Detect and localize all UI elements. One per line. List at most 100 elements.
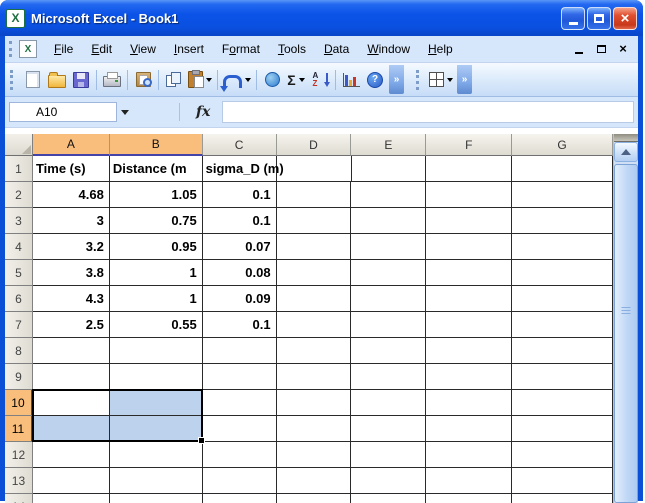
cell-D6[interactable] bbox=[277, 286, 352, 312]
cell-A4[interactable]: 3.2 bbox=[33, 234, 110, 260]
document-restore-button[interactable] bbox=[594, 43, 608, 56]
paste-button[interactable] bbox=[186, 68, 214, 92]
menubar-drag-handle-icon[interactable] bbox=[9, 41, 16, 57]
cell-A11[interactable] bbox=[33, 416, 110, 442]
cell-F8[interactable] bbox=[426, 338, 512, 364]
column-header-a[interactable]: A bbox=[33, 134, 110, 156]
row-header-4[interactable]: 4 bbox=[5, 234, 33, 260]
toolbar-drag-handle-icon[interactable] bbox=[10, 70, 17, 90]
cell-C14[interactable] bbox=[203, 494, 277, 503]
row-header-8[interactable]: 8 bbox=[5, 338, 33, 364]
cell-E12[interactable] bbox=[351, 442, 426, 468]
help-button[interactable] bbox=[363, 68, 387, 92]
cell-E2[interactable] bbox=[351, 182, 426, 208]
cell-A1[interactable]: Time (s) bbox=[33, 156, 110, 182]
menu-format[interactable]: Format bbox=[213, 38, 269, 60]
cell-C12[interactable] bbox=[203, 442, 277, 468]
cell-E4[interactable] bbox=[351, 234, 426, 260]
cell-D3[interactable] bbox=[277, 208, 352, 234]
cell-A2[interactable]: 4.68 bbox=[33, 182, 110, 208]
column-header-f[interactable]: F bbox=[426, 134, 512, 156]
name-box-dropdown-button[interactable] bbox=[117, 102, 133, 122]
row-header-1[interactable]: 1 bbox=[5, 156, 33, 182]
cell-A13[interactable] bbox=[33, 468, 110, 494]
cell-F13[interactable] bbox=[426, 468, 512, 494]
cell-B6[interactable]: 1 bbox=[110, 286, 203, 312]
column-header-g[interactable]: G bbox=[512, 134, 613, 156]
menu-window[interactable]: Window bbox=[358, 38, 419, 60]
cell-E6[interactable] bbox=[351, 286, 426, 312]
cell-B7[interactable]: 0.55 bbox=[110, 312, 203, 338]
cell-G8[interactable] bbox=[512, 338, 613, 364]
row-header-5[interactable]: 5 bbox=[5, 260, 33, 286]
cell-F9[interactable] bbox=[426, 364, 512, 390]
cell-G2[interactable] bbox=[512, 182, 613, 208]
print-button[interactable] bbox=[100, 68, 124, 92]
insert-function-icon[interactable]: fx bbox=[188, 104, 218, 120]
toolbar-options-icon[interactable] bbox=[389, 65, 404, 94]
menu-view[interactable]: View bbox=[121, 38, 165, 60]
cell-B8[interactable] bbox=[110, 338, 203, 364]
excel-app-icon[interactable] bbox=[6, 9, 25, 28]
chevron-down-icon[interactable] bbox=[447, 78, 453, 82]
toolbar-options-icon[interactable] bbox=[457, 65, 472, 94]
vertical-scrollbar[interactable] bbox=[613, 134, 638, 503]
cell-C7[interactable]: 0.1 bbox=[203, 312, 277, 338]
cell-C6[interactable]: 0.09 bbox=[203, 286, 277, 312]
cell-E10[interactable] bbox=[351, 390, 426, 416]
autosum-button[interactable] bbox=[284, 68, 308, 92]
cell-C8[interactable] bbox=[203, 338, 277, 364]
cell-B5[interactable]: 1 bbox=[110, 260, 203, 286]
formula-input[interactable] bbox=[222, 101, 634, 123]
scroll-up-button[interactable] bbox=[614, 142, 638, 162]
cell-F14[interactable] bbox=[426, 494, 512, 503]
row-header-10[interactable]: 10 bbox=[5, 390, 33, 416]
cell-A12[interactable] bbox=[33, 442, 110, 468]
insert-hyperlink-button[interactable] bbox=[260, 68, 284, 92]
cell-F10[interactable] bbox=[426, 390, 512, 416]
cell-E9[interactable] bbox=[351, 364, 426, 390]
toolbar-drag-handle-icon[interactable] bbox=[416, 70, 423, 90]
cell-F2[interactable] bbox=[426, 182, 512, 208]
sort-ascending-button[interactable] bbox=[308, 68, 332, 92]
menu-tools[interactable]: Tools bbox=[269, 38, 315, 60]
column-header-c[interactable]: C bbox=[203, 134, 277, 156]
cell-B14[interactable] bbox=[110, 494, 203, 503]
cell-B10[interactable] bbox=[110, 390, 203, 416]
document-close-button[interactable]: × bbox=[616, 43, 630, 56]
cell-E7[interactable] bbox=[351, 312, 426, 338]
cell-F3[interactable] bbox=[426, 208, 512, 234]
menu-file[interactable]: File bbox=[45, 38, 82, 60]
column-header-b[interactable]: B bbox=[110, 134, 203, 156]
cell-C11[interactable] bbox=[203, 416, 277, 442]
cell-B4[interactable]: 0.95 bbox=[110, 234, 203, 260]
cell-G13[interactable] bbox=[512, 468, 613, 494]
cell-B11[interactable] bbox=[110, 416, 203, 442]
row-header-9[interactable]: 9 bbox=[5, 364, 33, 390]
cell-A8[interactable] bbox=[33, 338, 110, 364]
cell-G6[interactable] bbox=[512, 286, 613, 312]
save-button[interactable] bbox=[69, 68, 93, 92]
copy-button[interactable] bbox=[162, 68, 186, 92]
cell-D7[interactable] bbox=[277, 312, 352, 338]
select-all-corner[interactable] bbox=[5, 134, 33, 156]
cell-G3[interactable] bbox=[512, 208, 613, 234]
cell-A7[interactable]: 2.5 bbox=[33, 312, 110, 338]
cell-B13[interactable] bbox=[110, 468, 203, 494]
cell-C13[interactable] bbox=[203, 468, 277, 494]
cell-C10[interactable] bbox=[203, 390, 277, 416]
menu-edit[interactable]: Edit bbox=[82, 38, 121, 60]
cell-D13[interactable] bbox=[277, 468, 352, 494]
cell-B3[interactable]: 0.75 bbox=[110, 208, 203, 234]
column-header-d[interactable]: D bbox=[277, 134, 352, 156]
undo-button[interactable] bbox=[221, 68, 253, 92]
row-header-2[interactable]: 2 bbox=[5, 182, 33, 208]
cell-F12[interactable] bbox=[426, 442, 512, 468]
cell-F4[interactable] bbox=[426, 234, 512, 260]
cell-D8[interactable] bbox=[277, 338, 352, 364]
cell-C2[interactable]: 0.1 bbox=[203, 182, 277, 208]
cell-G5[interactable] bbox=[512, 260, 613, 286]
cell-F7[interactable] bbox=[426, 312, 512, 338]
cell-D14[interactable] bbox=[277, 494, 352, 503]
cell-G11[interactable] bbox=[512, 416, 613, 442]
